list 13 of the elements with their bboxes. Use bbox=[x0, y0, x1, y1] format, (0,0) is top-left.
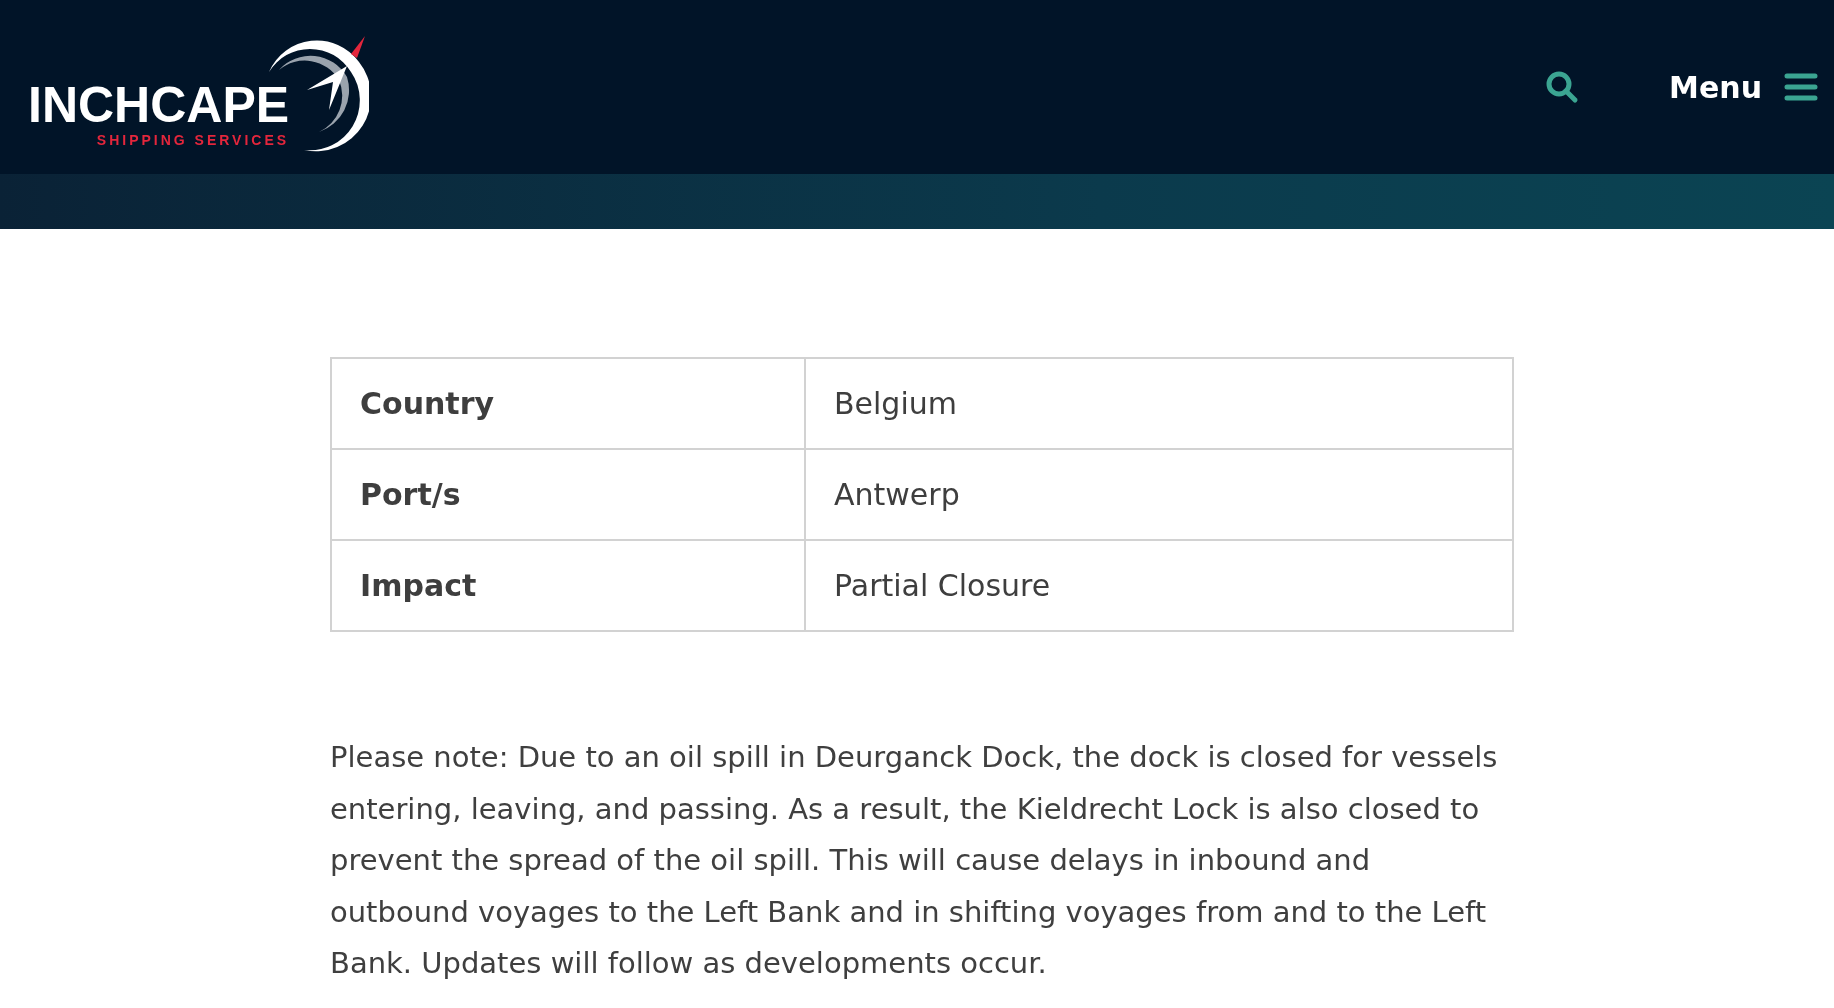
menu-icon bbox=[1784, 72, 1818, 102]
table-cell: Antwerp bbox=[805, 449, 1513, 540]
logo-name: INCHCAPE bbox=[28, 80, 290, 130]
search-icon[interactable] bbox=[1545, 70, 1580, 104]
logo-tagline: SHIPPING SERVICES bbox=[96, 132, 290, 148]
table-cell: Port/s bbox=[331, 449, 805, 540]
notice-paragraph: Please note: Due to an oil spill in Deurganck Dock, the dock is closed for vessels entering, leaving, and passing. As a result, the Kieldrecht Lock is also closed to prevent the spread of the oil spill. This will cause delays in inbound and outbound voyages to the Left Bank and in shifting voyages from and to the Left Bank. Updates will follow as developments occur. bbox=[330, 739, 1499, 982]
logo[interactable]: INCHCAPE SHIPPING SERVICES bbox=[28, 32, 370, 152]
menu-button[interactable]: Menu bbox=[1669, 69, 1818, 105]
table-cell: Impact bbox=[331, 540, 805, 631]
table-cell: Partial Closure bbox=[805, 540, 1513, 631]
table-cell: Belgium bbox=[805, 358, 1513, 449]
table-cell: Country bbox=[331, 358, 805, 449]
